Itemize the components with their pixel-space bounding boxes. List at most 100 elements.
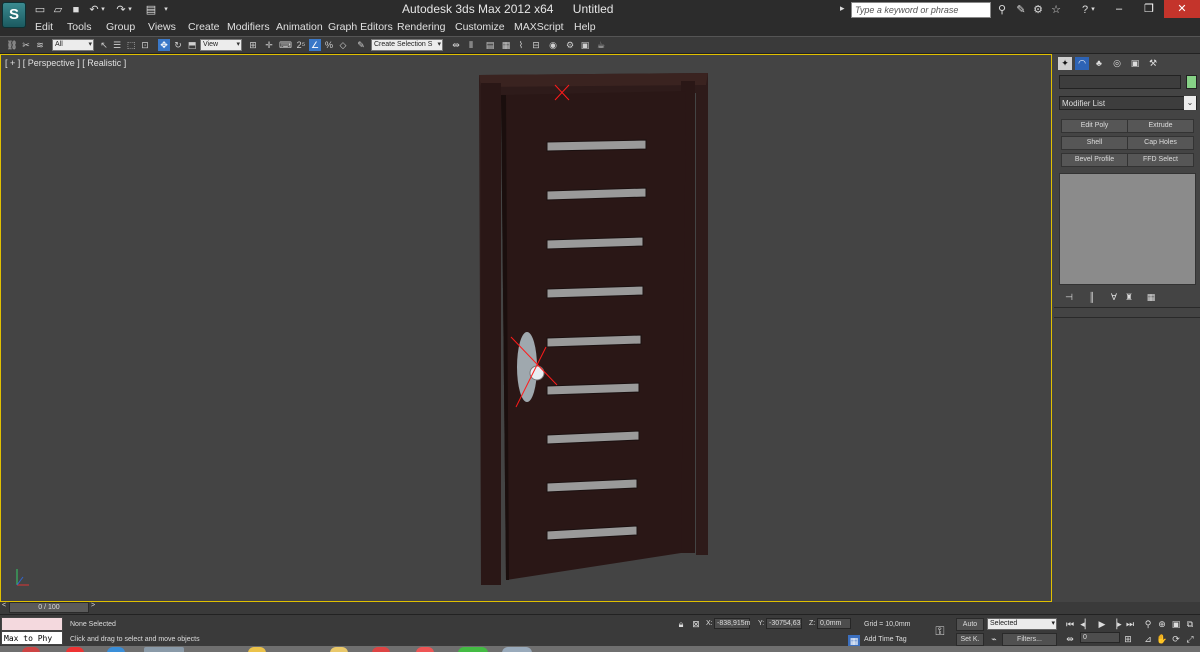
- select-and-link-icon[interactable]: ⛓: [6, 39, 18, 51]
- shell-button[interactable]: Shell: [1061, 136, 1128, 150]
- edit-named-selection-icon[interactable]: ✎: [355, 39, 367, 51]
- key-filters-button[interactable]: Filters...: [1002, 633, 1057, 646]
- taskbar-app-icon[interactable]: [248, 647, 266, 652]
- search-expand-icon[interactable]: ▸: [840, 3, 845, 14]
- percent-snap-icon[interactable]: %: [323, 39, 335, 51]
- ffd-select-button[interactable]: FFD Select: [1127, 153, 1194, 167]
- selection-filter-dropdown[interactable]: All: [52, 39, 94, 51]
- current-frame-field[interactable]: 0: [1080, 632, 1120, 643]
- new-file-icon[interactable]: ▭: [33, 3, 47, 17]
- maximize-viewport-icon[interactable]: ⤢: [1184, 633, 1196, 645]
- taskbar-app-icon[interactable]: [107, 647, 125, 652]
- chevron-down-icon[interactable]: ⌄: [1184, 96, 1196, 110]
- taskbar-app-icon[interactable]: [372, 647, 390, 652]
- make-unique-icon[interactable]: ∀: [1107, 291, 1121, 303]
- binoculars-icon[interactable]: ⚲: [994, 2, 1010, 18]
- key-icon[interactable]: ⚿: [930, 625, 950, 637]
- object-color-swatch[interactable]: [1186, 75, 1197, 89]
- z-coordinate-field[interactable]: 0,0mm: [817, 618, 851, 629]
- quick-access-dropdown-icon[interactable]: ▾: [162, 3, 170, 17]
- edit-poly-button[interactable]: Edit Poly: [1061, 119, 1128, 133]
- favorites-star-icon[interactable]: ☆: [1048, 2, 1064, 18]
- unlink-icon[interactable]: ✂: [20, 39, 32, 51]
- maxscript-listener-input[interactable]: Max to Phy: [1, 631, 63, 645]
- utilities-tab-icon[interactable]: ⚒: [1146, 57, 1160, 70]
- maxscript-listener-output[interactable]: [1, 617, 63, 631]
- align-icon[interactable]: ⫴: [465, 39, 477, 51]
- zoom-extents-icon[interactable]: ▣: [1170, 618, 1182, 630]
- rectangular-selection-icon[interactable]: ⬚: [125, 39, 137, 51]
- select-and-rotate-icon[interactable]: ↻: [172, 39, 184, 51]
- project-folder-icon[interactable]: ▤: [144, 3, 158, 17]
- modify-tab-icon[interactable]: ◠: [1075, 57, 1089, 70]
- graphite-ribbon-icon[interactable]: ▦: [500, 39, 512, 51]
- undo-dropdown-icon[interactable]: ▾: [99, 3, 107, 17]
- next-frame-icon[interactable]: ▕▸: [1110, 618, 1122, 630]
- menu-maxscript[interactable]: MAXScript: [514, 21, 564, 33]
- modifier-list-dropdown[interactable]: Modifier List ⌄: [1059, 96, 1197, 110]
- application-button[interactable]: S: [2, 2, 26, 28]
- named-selection-dropdown[interactable]: Create Selection S: [371, 39, 443, 51]
- menu-tools[interactable]: Tools: [67, 21, 92, 33]
- taskbar-app-icon[interactable]: [416, 647, 434, 652]
- absolute-mode-icon[interactable]: ⊠: [690, 618, 702, 630]
- communication-center-icon[interactable]: ⚙: [1030, 2, 1046, 18]
- go-to-end-icon[interactable]: ⏭: [1124, 618, 1136, 630]
- play-icon[interactable]: ▶: [1096, 618, 1108, 630]
- select-by-name-icon[interactable]: ☰: [111, 39, 123, 51]
- manipulate-icon[interactable]: ✛: [263, 39, 275, 51]
- menu-views[interactable]: Views: [148, 21, 176, 33]
- extrude-button[interactable]: Extrude: [1127, 119, 1194, 133]
- menu-rendering[interactable]: Rendering: [397, 21, 445, 33]
- motion-tab-icon[interactable]: ◎: [1110, 57, 1124, 70]
- window-crossing-icon[interactable]: ⊡: [139, 39, 151, 51]
- bind-space-warp-icon[interactable]: ≋: [34, 39, 46, 51]
- save-file-icon[interactable]: ■: [69, 3, 83, 17]
- go-to-start-icon[interactable]: ⏮: [1064, 618, 1076, 630]
- select-and-move-icon[interactable]: ✥: [158, 39, 170, 51]
- close-button[interactable]: ✕: [1164, 0, 1200, 18]
- taskbar-active-app[interactable]: [144, 647, 184, 652]
- select-and-scale-icon[interactable]: ⬒: [186, 39, 198, 51]
- key-mode-toggle-icon[interactable]: ⇹: [1064, 633, 1076, 645]
- taskbar-app-icon[interactable]: [458, 647, 488, 652]
- object-name-field[interactable]: [1059, 75, 1181, 89]
- material-editor-icon[interactable]: ◉: [547, 39, 559, 51]
- time-slider-prev-icon[interactable]: <: [2, 602, 6, 609]
- render-production-icon[interactable]: ☕: [595, 39, 607, 51]
- menu-create[interactable]: Create: [188, 21, 220, 33]
- key-mode-dropdown[interactable]: Selected: [987, 618, 1057, 630]
- pivot-center-icon[interactable]: ⊞: [247, 39, 259, 51]
- x-coordinate-field[interactable]: -838,915m: [714, 618, 750, 629]
- render-setup-icon[interactable]: ⚙: [564, 39, 576, 51]
- orbit-icon[interactable]: ⟳: [1170, 633, 1182, 645]
- field-of-view-icon[interactable]: ⊿: [1142, 633, 1154, 645]
- open-file-icon[interactable]: ▱: [51, 3, 65, 17]
- menu-customize[interactable]: Customize: [455, 21, 505, 33]
- pin-stack-icon[interactable]: ⊣: [1062, 291, 1076, 303]
- zoom-all-icon[interactable]: ⊕: [1156, 618, 1168, 630]
- remove-modifier-icon[interactable]: ♜: [1122, 291, 1136, 303]
- configure-modifier-sets-icon[interactable]: ▦: [1144, 291, 1158, 303]
- help-dropdown-icon[interactable]: ▾: [1089, 2, 1097, 18]
- menu-group[interactable]: Group: [106, 21, 135, 33]
- set-key-button[interactable]: Set K.: [956, 633, 984, 646]
- menu-help[interactable]: Help: [574, 21, 596, 33]
- bevel-profile-button[interactable]: Bevel Profile: [1061, 153, 1128, 167]
- pan-view-icon[interactable]: ✋: [1156, 633, 1168, 645]
- maximize-button[interactable]: ❐: [1134, 0, 1164, 18]
- perspective-viewport[interactable]: [ + ] [ Perspective ] [ Realistic ]: [0, 54, 1052, 602]
- minimize-button[interactable]: –: [1104, 0, 1134, 18]
- taskbar-app-icon[interactable]: [22, 647, 40, 652]
- search-input[interactable]: Type a keyword or phrase: [851, 2, 991, 18]
- door-model[interactable]: [1, 55, 1051, 601]
- taskbar-app-icon[interactable]: [66, 647, 84, 652]
- spinner-snap-icon[interactable]: ◇: [337, 39, 349, 51]
- time-configuration-icon[interactable]: ⊞: [1122, 633, 1134, 645]
- show-end-result-icon[interactable]: ║: [1085, 291, 1099, 303]
- menu-modifiers[interactable]: Modifiers: [227, 21, 270, 33]
- subscription-icon[interactable]: ✎: [1013, 2, 1029, 18]
- zoom-icon[interactable]: ⚲: [1142, 618, 1154, 630]
- create-tab-icon[interactable]: ✦: [1058, 57, 1072, 70]
- redo-dropdown-icon[interactable]: ▾: [126, 3, 134, 17]
